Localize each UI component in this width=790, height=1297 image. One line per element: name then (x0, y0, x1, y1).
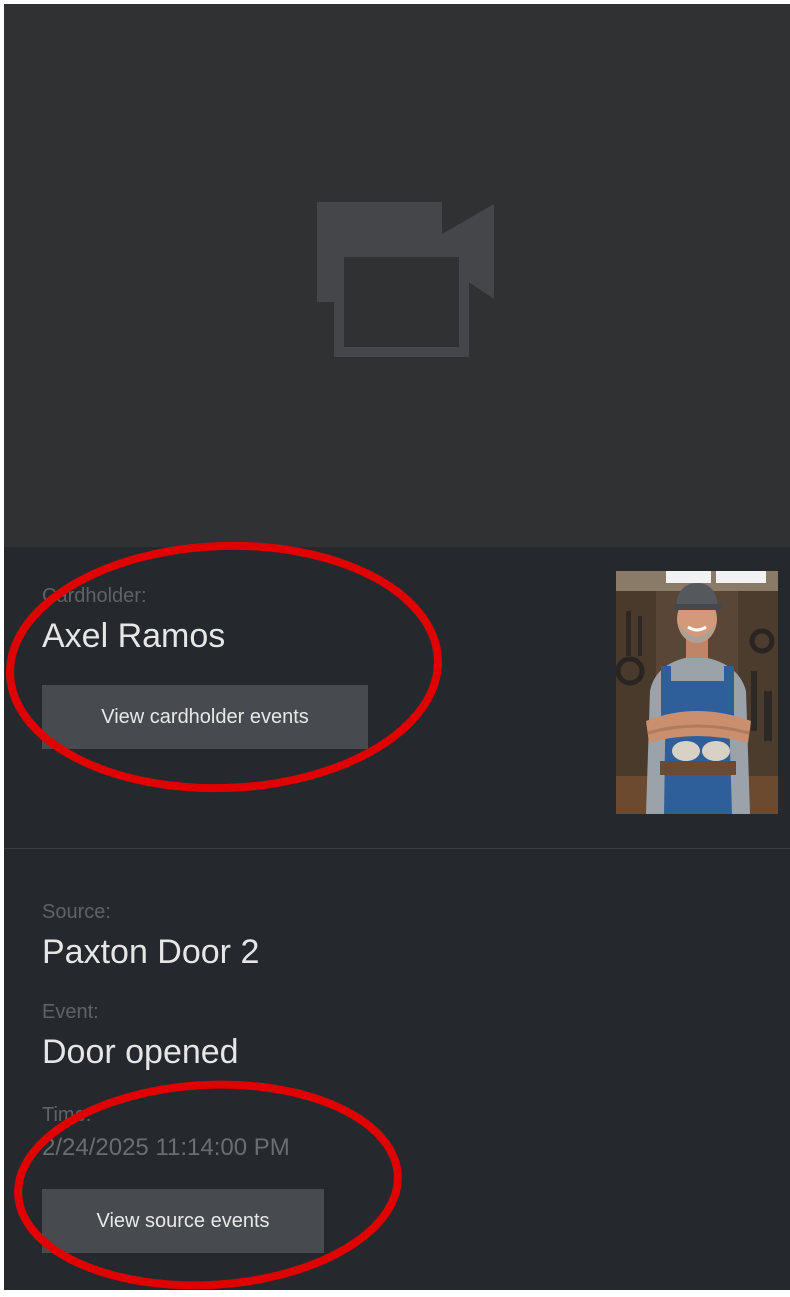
time-value: 2/24/2025 11:14:00 PM (42, 1134, 290, 1161)
source-value: Paxton Door 2 (42, 933, 260, 971)
cardholder-photo-image (616, 571, 778, 814)
cardholder-photo (616, 571, 778, 814)
event-label: Event: (42, 1001, 99, 1023)
video-placeholder[interactable] (4, 4, 790, 547)
source-section: Source: Paxton Door 2 Event: Door opened… (4, 849, 790, 1290)
video-camera-placeholder-icon (317, 202, 494, 357)
source-label: Source: (42, 901, 111, 923)
cardholder-label: Cardholder: (42, 585, 147, 607)
time-label: Time: (42, 1104, 92, 1126)
event-value: Door opened (42, 1033, 239, 1071)
cardholder-section: Cardholder: Axel Ramos View cardholder e… (4, 547, 790, 848)
event-details-panel: Cardholder: Axel Ramos View cardholder e… (4, 4, 790, 1290)
cardholder-name: Axel Ramos (42, 617, 226, 655)
view-cardholder-events-button[interactable]: View cardholder events (42, 685, 368, 749)
view-source-events-button[interactable]: View source events (42, 1189, 324, 1253)
